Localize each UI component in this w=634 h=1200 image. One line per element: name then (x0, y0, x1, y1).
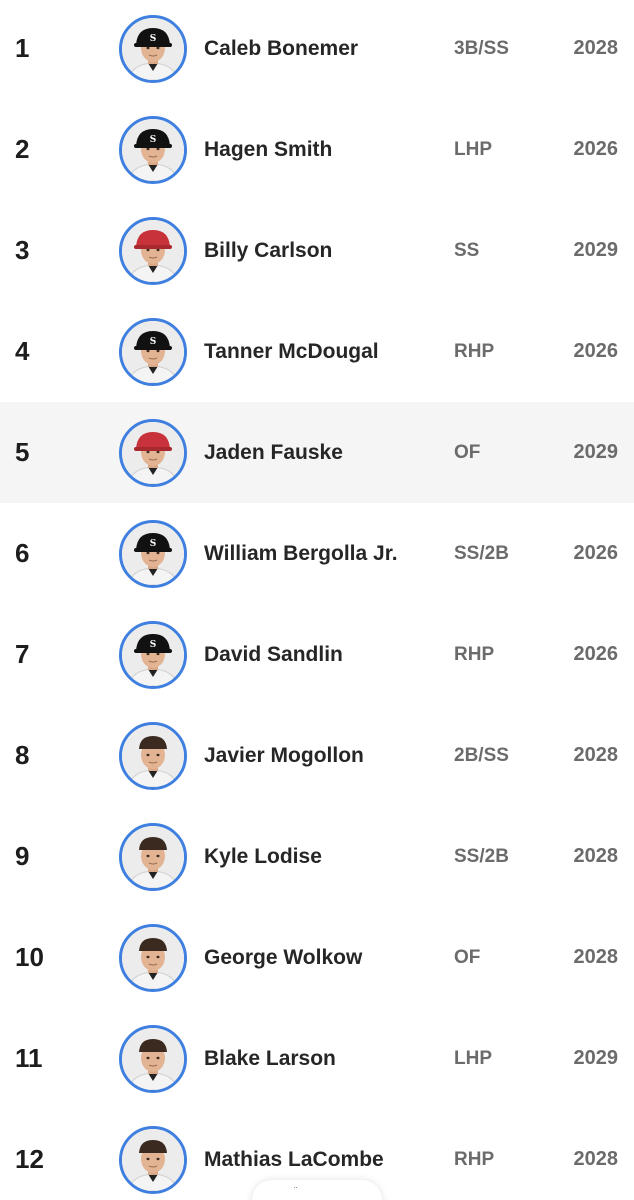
player-eta: 2026 (573, 643, 619, 665)
prospect-row[interactable]: 7 S David Sandlin RHP 2026 (0, 604, 634, 705)
rank-number: 12 (15, 1144, 44, 1174)
no-cap-headshot-icon[interactable] (119, 722, 187, 790)
player-name[interactable]: Billy Carlson (204, 200, 332, 301)
player-position: OF (454, 442, 481, 463)
player-eta: 2028 (573, 845, 619, 867)
prospect-row[interactable]: 1 S Caleb Bonemer 3B/SS 2028 (0, 0, 634, 99)
rank-number: 11 (15, 1043, 43, 1073)
svg-text:S: S (150, 34, 157, 44)
player-position: SS (454, 240, 480, 261)
player-eta: 2029 (573, 1047, 619, 1069)
prospect-row[interactable]: 6 S William Bergolla Jr. SS/2B 2026 (0, 503, 634, 604)
rank-number: 6 (15, 538, 30, 568)
rank-number: 2 (15, 134, 30, 164)
player-position: 2B/SS (454, 745, 509, 766)
rank-number: 4 (15, 336, 30, 366)
prospect-row[interactable]: 4 S Tanner McDougal RHP 2026 (0, 301, 634, 402)
rank-number: 8 (15, 740, 30, 770)
player-eta: 2028 (573, 744, 619, 766)
pill-indicator: ¨ (294, 1186, 298, 1197)
player-position: SS/2B (454, 846, 509, 867)
svg-text:S: S (150, 337, 157, 347)
red-cap-headshot-icon[interactable] (119, 419, 187, 487)
player-position: RHP (454, 644, 495, 665)
white-sox-cap-headshot-icon[interactable]: S (119, 621, 187, 689)
player-name[interactable]: George Wolkow (204, 907, 362, 1008)
player-eta: 2026 (573, 542, 619, 564)
rank-number: 5 (15, 437, 30, 467)
player-position: SS/2B (454, 543, 509, 564)
player-position: OF (454, 947, 481, 968)
player-eta: 2026 (573, 138, 619, 160)
svg-text:S: S (150, 640, 157, 650)
player-eta: 2028 (573, 946, 619, 968)
player-eta: 2029 (573, 441, 619, 463)
player-name[interactable]: William Bergolla Jr. (204, 503, 398, 604)
player-name[interactable]: Blake Larson (204, 1008, 336, 1109)
red-cap-headshot-icon[interactable] (119, 217, 187, 285)
player-position: RHP (454, 1149, 495, 1170)
rank-number: 10 (15, 942, 44, 972)
player-name[interactable]: Tanner McDougal (204, 301, 379, 402)
prospect-row[interactable]: 8 Javier Mogollon 2B/SS 2028 (0, 705, 634, 806)
prospect-list: 1 S Caleb Bonemer 3B/SS 2028 2 S Hagen Smith LHP… (0, 0, 634, 1200)
prospect-row[interactable]: 11 Blake Larson LHP 2029 (0, 1008, 634, 1109)
rank-number: 3 (15, 235, 30, 265)
floating-nav-pill[interactable]: ¨ (252, 1180, 382, 1200)
player-eta: 2028 (573, 1148, 619, 1170)
player-name[interactable]: Javier Mogollon (204, 705, 364, 806)
player-name[interactable]: David Sandlin (204, 604, 343, 705)
player-position: 3B/SS (454, 38, 509, 59)
player-position: RHP (454, 341, 495, 362)
prospect-row[interactable]: 3 Billy Carlson SS 2029 (0, 200, 634, 301)
rank-number: 9 (15, 841, 30, 871)
rank-number: 1 (15, 33, 30, 63)
player-eta: 2026 (573, 340, 619, 362)
player-name[interactable]: Kyle Lodise (204, 806, 322, 907)
svg-text:S: S (150, 135, 157, 145)
white-sox-cap-headshot-icon[interactable]: S (119, 520, 187, 588)
rank-number: 7 (15, 639, 30, 669)
white-sox-cap-headshot-icon[interactable]: S (119, 116, 187, 184)
no-cap-headshot-icon[interactable] (119, 1126, 187, 1194)
white-sox-cap-headshot-icon[interactable]: S (119, 15, 187, 83)
prospect-row[interactable]: 2 S Hagen Smith LHP 2026 (0, 99, 634, 200)
player-eta: 2028 (573, 37, 619, 59)
prospect-list-page: 1 S Caleb Bonemer 3B/SS 2028 2 S Hagen Smith LHP… (0, 0, 634, 1200)
player-name[interactable]: Hagen Smith (204, 99, 332, 200)
no-cap-headshot-icon[interactable] (119, 924, 187, 992)
no-cap-headshot-icon[interactable] (119, 823, 187, 891)
svg-text:S: S (150, 539, 157, 549)
player-name[interactable]: Caleb Bonemer (204, 0, 358, 99)
player-name[interactable]: Jaden Fauske (204, 402, 343, 503)
player-eta: 2029 (573, 239, 619, 261)
player-position: LHP (454, 139, 492, 160)
no-cap-headshot-icon[interactable] (119, 1025, 187, 1093)
player-position: LHP (454, 1048, 492, 1069)
prospect-row[interactable]: 5 Jaden Fauske OF 2029 (0, 402, 634, 503)
prospect-row[interactable]: 10 George Wolkow OF 2028 (0, 907, 634, 1008)
white-sox-cap-headshot-icon[interactable]: S (119, 318, 187, 386)
prospect-row[interactable]: 9 Kyle Lodise SS/2B 2028 (0, 806, 634, 907)
